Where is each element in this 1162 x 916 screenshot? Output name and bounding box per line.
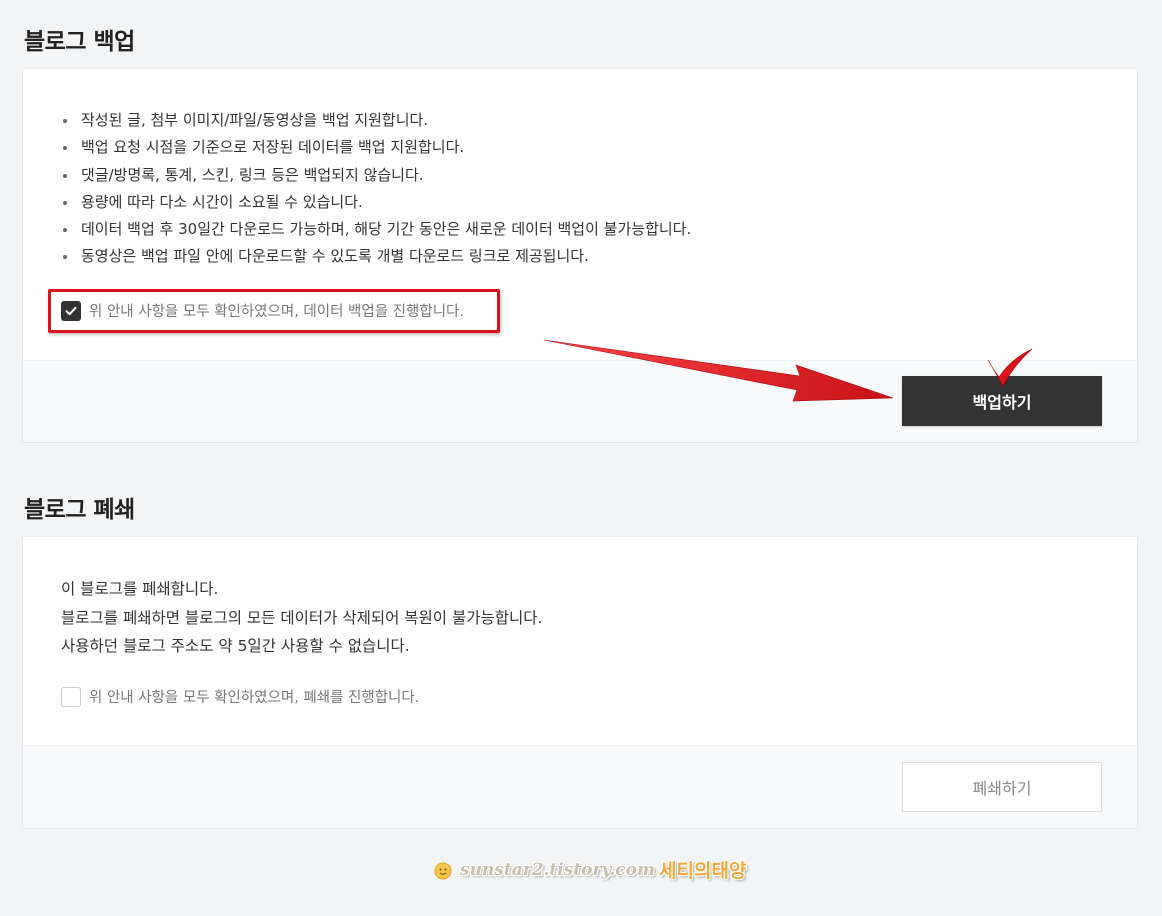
watermark-name: 세티의태양 — [659, 860, 747, 882]
list-item: 동영상은 백업 파일 안에 다운로드할 수 있도록 개별 다운로드 링크로 제공… — [61, 243, 691, 270]
watermark: sunstar2.tistory.com 세티의태양 — [432, 856, 746, 883]
annotation-highlight-box — [48, 289, 500, 333]
backup-card: 작성된 글, 첨부 이미지/파일/동영상을 백업 지원합니다. 백업 요청 시점… — [22, 68, 1138, 443]
close-confirm-label[interactable]: 위 안내 사항을 모두 확인하였으며, 폐쇄를 진행합니다. — [89, 686, 419, 707]
close-section-title: 블로그 폐쇄 — [24, 497, 135, 523]
list-item: 용량에 따라 다소 시간이 소요될 수 있습니다. — [61, 189, 691, 216]
close-description-line: 이 블로그를 폐쇄합니다. — [61, 580, 219, 598]
list-item: 백업 요청 시점을 기준으로 저장된 데이터를 백업 지원합니다. — [61, 134, 691, 161]
close-card: 이 블로그를 폐쇄합니다. 블로그를 폐쇄하면 블로그의 모든 데이터가 삭제되… — [22, 536, 1138, 829]
list-item: 댓글/방명록, 통계, 스킨, 링크 등은 백업되지 않습니다. — [61, 162, 691, 189]
sun-face-icon — [434, 862, 452, 879]
backup-card-footer: 백업하기 — [23, 360, 1137, 442]
close-description-line: 블로그를 폐쇄하면 블로그의 모든 데이터가 삭제되어 복원이 불가능합니다. — [61, 608, 543, 627]
backup-section-title: 블로그 백업 — [24, 29, 135, 55]
watermark-url: sunstar2.tistory.com — [460, 859, 655, 880]
backup-button[interactable]: 백업하기 — [902, 376, 1102, 426]
list-item: 데이터 백업 후 30일간 다운로드 가능하며, 해당 기간 동안은 새로운 데… — [61, 216, 691, 243]
close-confirm-checkbox[interactable] — [61, 686, 81, 707]
close-description: 이 블로그를 폐쇄합니다. 블로그를 폐쇄하면 블로그의 모든 데이터가 삭제되… — [61, 575, 542, 661]
backup-notice-list: 작성된 글, 첨부 이미지/파일/동영상을 백업 지원합니다. 백업 요청 시점… — [61, 107, 691, 271]
close-blog-button[interactable]: 폐쇄하기 — [902, 762, 1102, 812]
close-confirm-row[interactable]: 위 안내 사항을 모두 확인하였으며, 폐쇄를 진행합니다. — [61, 686, 419, 707]
list-item: 작성된 글, 첨부 이미지/파일/동영상을 백업 지원합니다. — [61, 107, 691, 134]
close-card-footer: 폐쇄하기 — [23, 745, 1137, 828]
close-description-line: 사용하던 블로그 주소도 약 5일간 사용할 수 없습니다. — [61, 637, 410, 655]
